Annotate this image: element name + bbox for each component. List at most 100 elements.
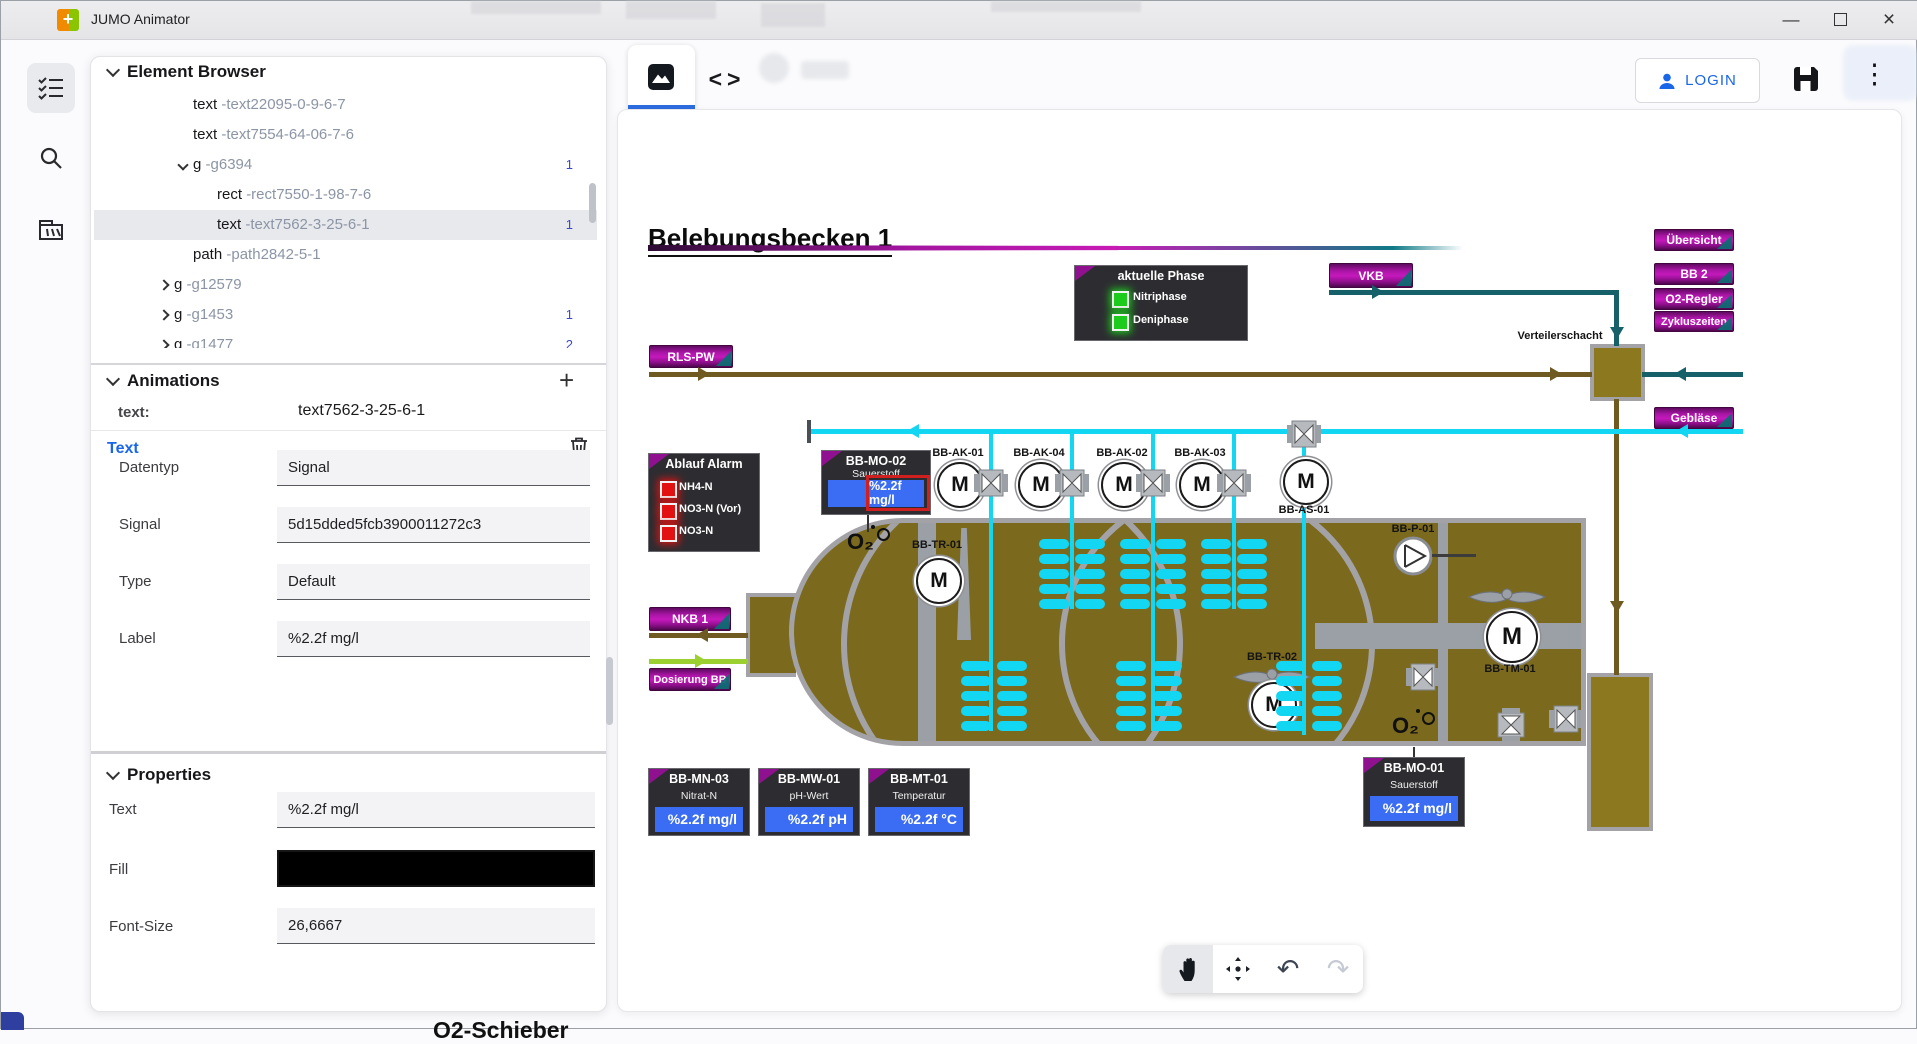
basin-walkway — [1315, 623, 1585, 649]
element-browser-header[interactable]: Element Browser — [108, 62, 266, 82]
flow-arrow — [689, 628, 708, 642]
pump-bb-p-01-icon[interactable] — [1393, 536, 1433, 576]
nav-button-dosierung-bb[interactable]: Dosierung BB — [649, 668, 731, 691]
measure-box-bb-mn-03[interactable]: BB-MN-03Nitrat-N%2.2f mg/l — [648, 768, 750, 836]
tree-scrollbar[interactable] — [589, 183, 596, 223]
nav-button-o2-regler[interactable]: O2-Regler — [1654, 288, 1734, 310]
valve-icon[interactable] — [1549, 704, 1583, 734]
tree-id: -text22095-0-9-6-7 — [221, 96, 345, 113]
valve-bb-ak-04[interactable] — [1055, 468, 1089, 498]
return-tank[interactable] — [1587, 673, 1653, 831]
motor-bb-as-01[interactable]: M — [1283, 459, 1329, 505]
chevron-down-icon[interactable] — [177, 159, 188, 170]
title-swoosh-tail — [1113, 246, 1463, 250]
chevron-right-icon[interactable] — [158, 339, 169, 348]
property-fontsize-input[interactable] — [277, 908, 595, 944]
valve-bb-ak-01[interactable] — [974, 468, 1008, 498]
valve-bb-ak-02[interactable] — [1136, 468, 1170, 498]
save-button[interactable] — [1789, 62, 1823, 101]
tree-row-rect-rect7550-1-98-7-6[interactable]: rect -rect7550-1-98-7-6 — [94, 180, 597, 210]
anim-field-input-label[interactable] — [277, 621, 590, 657]
measure-sub: Sauerstoff — [1364, 779, 1464, 791]
aeration-basin[interactable]: BB-TR-01MBB-TR-02MMBB-TM-01BB-P-01O₂ — [789, 518, 1586, 746]
phase-box[interactable]: aktuelle PhaseNitriphaseDeniphase — [1074, 265, 1248, 341]
diffuser-pill — [1116, 691, 1146, 701]
element-list-icon — [37, 76, 65, 100]
alarm-box[interactable]: Ablauf AlarmNH4-NNO3-N (Vor)NO3-N — [648, 453, 760, 552]
measure-box-bb-mo-02[interactable]: BB-MO-02Sauerstoff%2.2f mg/l — [821, 450, 931, 515]
nav-button-uebersicht[interactable]: Übersicht — [1654, 229, 1734, 251]
anim-field-input-signal[interactable] — [277, 507, 590, 543]
nav-button-bb2[interactable]: BB 2 — [1654, 263, 1734, 285]
motor-bb-tm-01[interactable]: M — [1486, 611, 1538, 663]
sidebar-item-elements[interactable] — [27, 63, 75, 113]
propeller-icon — [1467, 587, 1547, 607]
property-fill-swatch[interactable] — [277, 850, 595, 887]
move-tool-button[interactable] — [1213, 945, 1263, 993]
o2-label: O₂ — [1392, 713, 1419, 738]
chevron-right-icon[interactable] — [158, 309, 169, 320]
status-led — [660, 481, 677, 498]
diffuser-pill — [1152, 721, 1182, 731]
anim-field-input-datentyp[interactable] — [277, 450, 590, 486]
label-bb-as-01: BB-AS-01 — [1262, 504, 1346, 516]
tree-row-path-path2842-5-1[interactable]: path -path2842-5-1 — [94, 240, 597, 270]
tab-design-view[interactable] — [628, 45, 695, 109]
valve-bb-as-01[interactable] — [1287, 419, 1321, 449]
close-button[interactable]: × — [1867, 1, 1911, 38]
tree-row-text-text7554-64-06-7-6[interactable]: text -text7554-64-06-7-6 — [94, 120, 597, 150]
measure-title: BB-MT-01 — [869, 772, 969, 786]
button-wedge — [1717, 413, 1732, 427]
nav-button-geblaese[interactable]: Gebläse — [1654, 407, 1734, 429]
diffuser-pill — [961, 706, 991, 716]
property-text-input[interactable] — [277, 792, 595, 828]
valve-bb-ak-03[interactable] — [1217, 468, 1251, 498]
pan-tool-button[interactable] — [1163, 945, 1213, 993]
redo-button[interactable]: ↷ — [1313, 945, 1363, 993]
tree-row-g-g1477[interactable]: g -g14772 — [94, 330, 597, 348]
nav-button-label: NKB 1 — [672, 612, 708, 626]
anim-field-input-type[interactable] — [277, 564, 590, 600]
maximize-button[interactable] — [1818, 1, 1862, 38]
nav-button-zykluszeiten[interactable]: Zykluszeiten — [1654, 311, 1734, 332]
taskbar-sliver — [1, 1012, 24, 1030]
tree-row-text-text22095-0-9-6-7[interactable]: text -text22095-0-9-6-7 — [94, 90, 597, 120]
diffuser-pill — [1120, 599, 1150, 609]
tree-row-text-text7562-3-25-6-1[interactable]: text -text7562-3-25-6-11 — [94, 210, 597, 240]
measure-box-bb-mw-01[interactable]: BB-MW-01pH-Wert%2.2f pH — [758, 768, 860, 836]
measure-box-bb-mt-01[interactable]: BB-MT-01Temperatur%2.2f °C — [868, 768, 970, 836]
search-icon — [38, 145, 64, 171]
tree-row-g-g12579[interactable]: g -g12579 — [94, 270, 597, 300]
animations-header[interactable]: Animations — [108, 371, 220, 391]
panel-scrollbar[interactable] — [606, 657, 613, 725]
valve-icon[interactable] — [1406, 662, 1440, 692]
measure-box-bb-mo-01[interactable]: BB-MO-01Sauerstoff%2.2f mg/l — [1363, 757, 1465, 827]
tab-code-view[interactable]: <> — [701, 55, 753, 103]
measure-title: BB-MW-01 — [759, 772, 859, 786]
tree-row-g-g1453[interactable]: g -g14531 — [94, 300, 597, 330]
minimize-button[interactable]: — — [1769, 1, 1813, 38]
status-label: Nitriphase — [1133, 291, 1187, 303]
animation-group-link[interactable]: Text — [107, 440, 139, 458]
nav-button-vkb[interactable]: VKB — [1329, 263, 1413, 288]
motor-bb-tr-01[interactable]: M — [916, 558, 962, 604]
diffuser-pill — [1075, 569, 1105, 579]
clipped-background-text: O2-Schieber — [433, 1017, 569, 1044]
diffuser-pill — [1312, 691, 1342, 701]
add-animation-button[interactable]: + — [559, 365, 574, 396]
properties-header[interactable]: Properties — [108, 765, 211, 785]
sidebar-item-library[interactable] — [27, 205, 75, 255]
diffuser-pill — [1039, 584, 1069, 594]
login-button[interactable]: LOGIN — [1635, 58, 1760, 103]
valve-icon[interactable] — [1496, 708, 1526, 742]
kebab-menu-button[interactable]: ⋮ — [1861, 59, 1885, 99]
undo-button[interactable]: ↶ — [1263, 945, 1313, 993]
hand-icon — [1176, 956, 1200, 982]
tree-row-g-g6394[interactable]: g -g63941 — [94, 150, 597, 180]
sidebar-item-search[interactable] — [27, 133, 75, 183]
selection-highlight[interactable]: %2.2f mg/l — [866, 475, 930, 511]
chevron-right-icon[interactable] — [158, 279, 169, 290]
status-led — [660, 503, 677, 520]
nav-button-rls-pw[interactable]: RLS-PW — [649, 345, 733, 368]
verteilerschacht-tank[interactable] — [1590, 344, 1645, 401]
